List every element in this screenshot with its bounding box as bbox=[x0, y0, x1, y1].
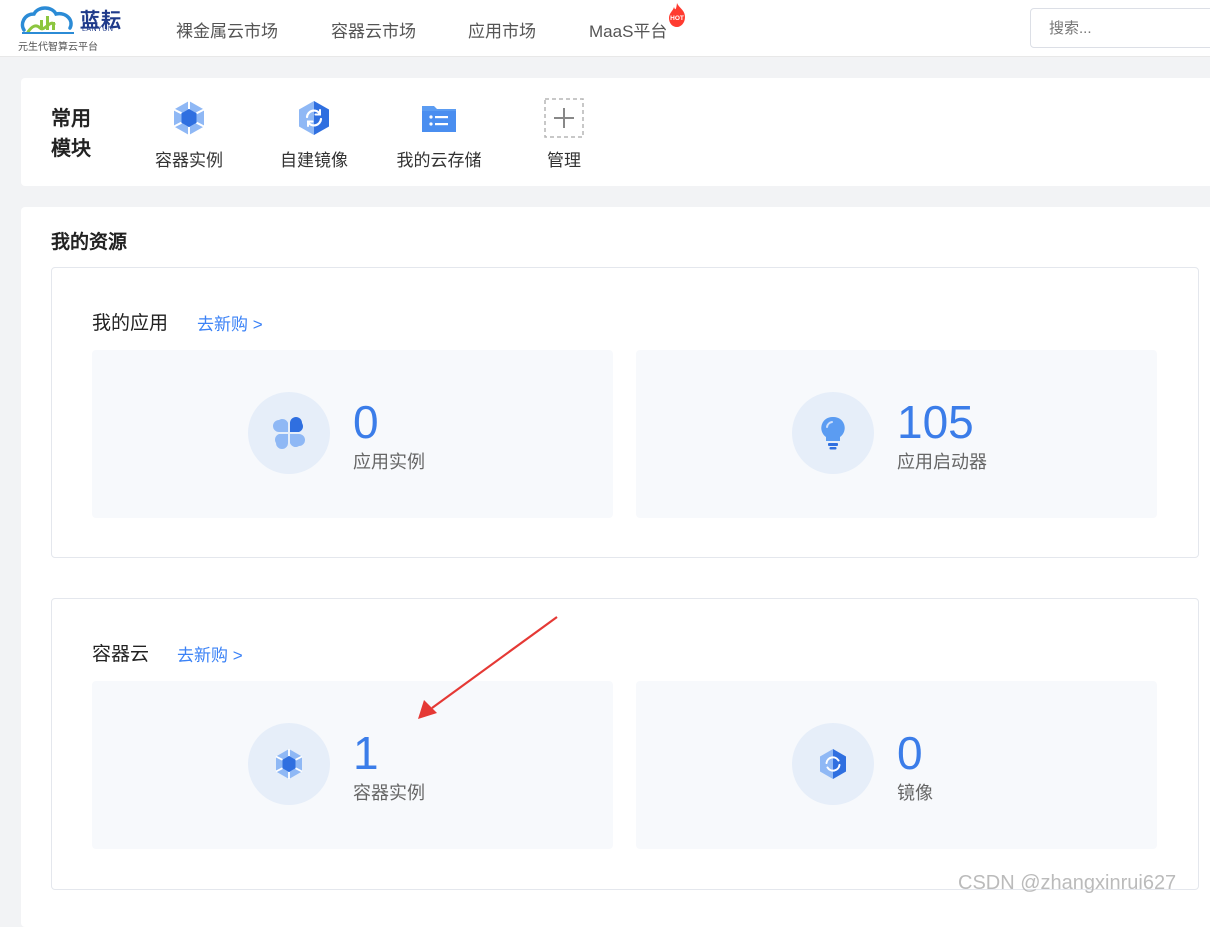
module-label: 容器实例 bbox=[155, 151, 223, 170]
hot-flame-badge: HOT bbox=[669, 3, 685, 27]
common-modules-title: 常用模块 bbox=[51, 108, 91, 160]
module-label: 管理 bbox=[547, 151, 581, 170]
resource-card-container-instances[interactable]: 1 容器实例 bbox=[92, 681, 613, 849]
card-label: 应用实例 bbox=[353, 452, 425, 472]
card-label: 应用启动器 bbox=[897, 452, 987, 472]
card-label: 容器实例 bbox=[353, 783, 425, 803]
card-icon-circle bbox=[248, 392, 330, 474]
card-label: 镜像 bbox=[897, 783, 933, 803]
card-icon-circle bbox=[792, 723, 874, 805]
image-refresh-icon bbox=[820, 749, 846, 779]
module-manage[interactable]: 管理 bbox=[514, 98, 614, 171]
group-title: 容器云 bbox=[92, 644, 150, 665]
module-custom-image[interactable]: 自建镜像 bbox=[264, 98, 364, 171]
four-petal-icon bbox=[273, 417, 305, 449]
brand-name-en: LANYUN bbox=[82, 26, 114, 33]
search-input[interactable] bbox=[1030, 8, 1210, 48]
brand-logo[interactable]: 蓝耘 LANYUN 元生代智算云平台 bbox=[18, 2, 130, 54]
top-nav-bar: 蓝耘 LANYUN 元生代智算云平台 裸金属云市场 容器云市场 应用市场 Maa… bbox=[0, 0, 1210, 57]
nav-item-maas-platform[interactable]: MaaS平台 bbox=[589, 17, 667, 42]
module-my-cloud-storage[interactable]: 我的云存储 bbox=[389, 98, 489, 171]
resource-card-app-instances[interactable]: 0 应用实例 bbox=[92, 350, 613, 518]
module-container-instance[interactable]: 容器实例 bbox=[139, 98, 239, 171]
card-count: 105 bbox=[897, 396, 974, 448]
buy-new-link[interactable]: 去新购 > bbox=[197, 310, 263, 335]
folder-list-icon bbox=[422, 106, 456, 132]
resource-group-container-cloud: 容器云 去新购 > 1 容器实例 0 镜像 bbox=[51, 598, 1199, 890]
my-resources-title: 我的资源 bbox=[51, 232, 128, 253]
nav-item-bare-metal-market[interactable]: 裸金属云市场 bbox=[176, 17, 278, 42]
nav-item-container-cloud-market[interactable]: 容器云市场 bbox=[331, 17, 416, 42]
hot-badge-text: HOT bbox=[670, 15, 684, 22]
image-refresh-icon bbox=[299, 101, 329, 135]
common-modules-panel: 常用模块 容器实例 自建镜像 我的云存储 管理 bbox=[21, 78, 1210, 186]
card-count: 0 bbox=[353, 396, 379, 448]
card-count: 1 bbox=[353, 727, 379, 779]
cube-icon bbox=[275, 749, 303, 779]
buy-new-link[interactable]: 去新购 > bbox=[177, 641, 243, 666]
card-icon-circle bbox=[792, 392, 874, 474]
my-resources-panel: 我的资源 我的应用 去新购 > 0 应用实例 105 应用启动器 容器云 去新购… bbox=[21, 207, 1210, 927]
resource-card-app-launchers[interactable]: 105 应用启动器 bbox=[636, 350, 1157, 518]
lanyun-logo-icon bbox=[20, 6, 74, 34]
csdn-watermark: CSDN @zhangxinrui627 bbox=[958, 872, 1177, 894]
lightbulb-icon bbox=[821, 416, 845, 450]
nav-item-app-market[interactable]: 应用市场 bbox=[468, 17, 536, 42]
card-count: 0 bbox=[897, 727, 923, 779]
module-label: 自建镜像 bbox=[280, 151, 348, 170]
module-label: 我的云存储 bbox=[396, 151, 482, 170]
resource-group-my-apps: 我的应用 去新购 > 0 应用实例 105 应用启动器 bbox=[51, 267, 1199, 558]
brand-tagline: 元生代智算云平台 bbox=[18, 42, 98, 53]
cube-icon bbox=[173, 101, 205, 135]
resource-card-images[interactable]: 0 镜像 bbox=[636, 681, 1157, 849]
plus-icon bbox=[544, 98, 584, 138]
group-title: 我的应用 bbox=[92, 313, 169, 334]
card-icon-circle bbox=[248, 723, 330, 805]
